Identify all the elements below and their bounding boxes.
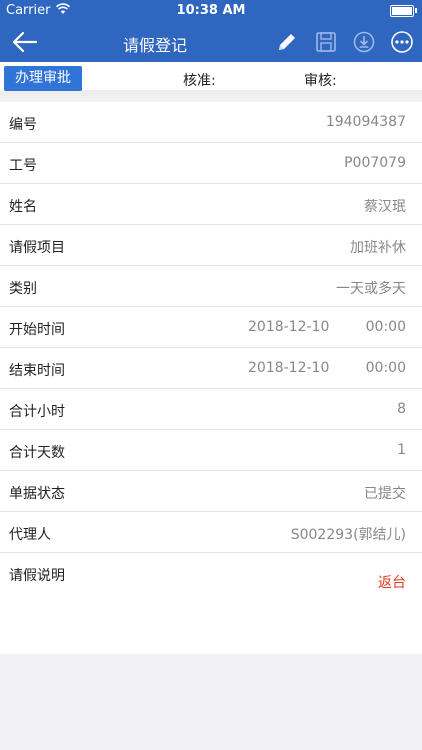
row-label: 姓名: [9, 199, 37, 215]
row-value: 加班补休: [350, 240, 406, 256]
status-value: 已提交: [364, 486, 406, 502]
row-value: P007079: [344, 155, 406, 171]
leave-form: 编号 194094387 工号 P007079 姓名 蔡汉珉 请假项目 加班补休…: [0, 102, 422, 654]
row-label: 类别: [9, 281, 37, 297]
form-row-number: 编号 194094387: [0, 102, 422, 143]
row-value: 194094387: [325, 114, 406, 130]
row-label: 请假项目: [9, 240, 65, 256]
end-time-value[interactable]: 00:00: [366, 360, 406, 376]
clock: 10:38 AM: [176, 3, 246, 18]
battery-icon: [390, 5, 414, 17]
page-title: 请假登记: [122, 36, 187, 55]
form-row-end-time[interactable]: 结束时间 2018-12-10 00:00: [0, 348, 422, 389]
review-label: 审核:: [304, 73, 337, 89]
row-value: 1: [397, 442, 406, 458]
form-row-start-time[interactable]: 开始时间 2018-12-10 00:00: [0, 307, 422, 348]
more-icon[interactable]: [390, 30, 414, 54]
start-date-value[interactable]: 2018-12-10: [248, 319, 329, 335]
row-label: 结束时间: [9, 363, 65, 379]
row-label: 开始时间: [9, 322, 65, 338]
row-label: 单据状态: [9, 486, 65, 502]
back-arrow-icon[interactable]: [10, 28, 40, 56]
battery-tip: [415, 8, 417, 13]
start-time-value[interactable]: 00:00: [366, 319, 406, 335]
row-value: 一天或多天: [336, 281, 406, 297]
row-label: 合计天数: [9, 445, 65, 461]
form-row-employee-id: 工号 P007079: [0, 143, 422, 184]
row-label: 编号: [9, 117, 37, 133]
remark-label: 请假说明: [9, 568, 65, 584]
form-row-leave-item[interactable]: 请假项目 加班补休: [0, 225, 422, 266]
approve-process-button[interactable]: 办理审批: [4, 66, 82, 91]
save-disk-icon[interactable]: [314, 30, 338, 54]
form-row-total-days: 合计天数 1: [0, 430, 422, 471]
status-bar: Carrier 10:38 AM: [0, 0, 422, 22]
end-date-value[interactable]: 2018-12-10: [248, 360, 329, 376]
row-value: 蔡汉珉: [364, 199, 406, 215]
row-label: 工号: [9, 158, 37, 174]
approve-label: 核准:: [183, 73, 216, 89]
form-row-remark[interactable]: 请假说明 返台: [0, 553, 422, 653]
row-value: 8: [397, 401, 406, 417]
row-label: 代理人: [9, 527, 51, 543]
form-row-agent[interactable]: 代理人 S002293(郭结儿): [0, 512, 422, 553]
form-row-status: 单据状态 已提交: [0, 471, 422, 512]
form-row-total-hours: 合计小时 8: [0, 389, 422, 430]
row-label: 合计小时: [9, 404, 65, 420]
form-row-category[interactable]: 类别 一天或多天: [0, 266, 422, 307]
form-row-name: 姓名 蔡汉珉: [0, 184, 422, 225]
return-link[interactable]: 返台: [378, 572, 406, 592]
download-icon[interactable]: [352, 30, 376, 54]
edit-pencil-icon[interactable]: [275, 30, 299, 54]
nav-bar: 请假登记: [0, 22, 422, 62]
row-value: S002293(郭结儿): [290, 527, 406, 543]
approval-bar: 办理审批 核准: 审核:: [0, 62, 422, 96]
